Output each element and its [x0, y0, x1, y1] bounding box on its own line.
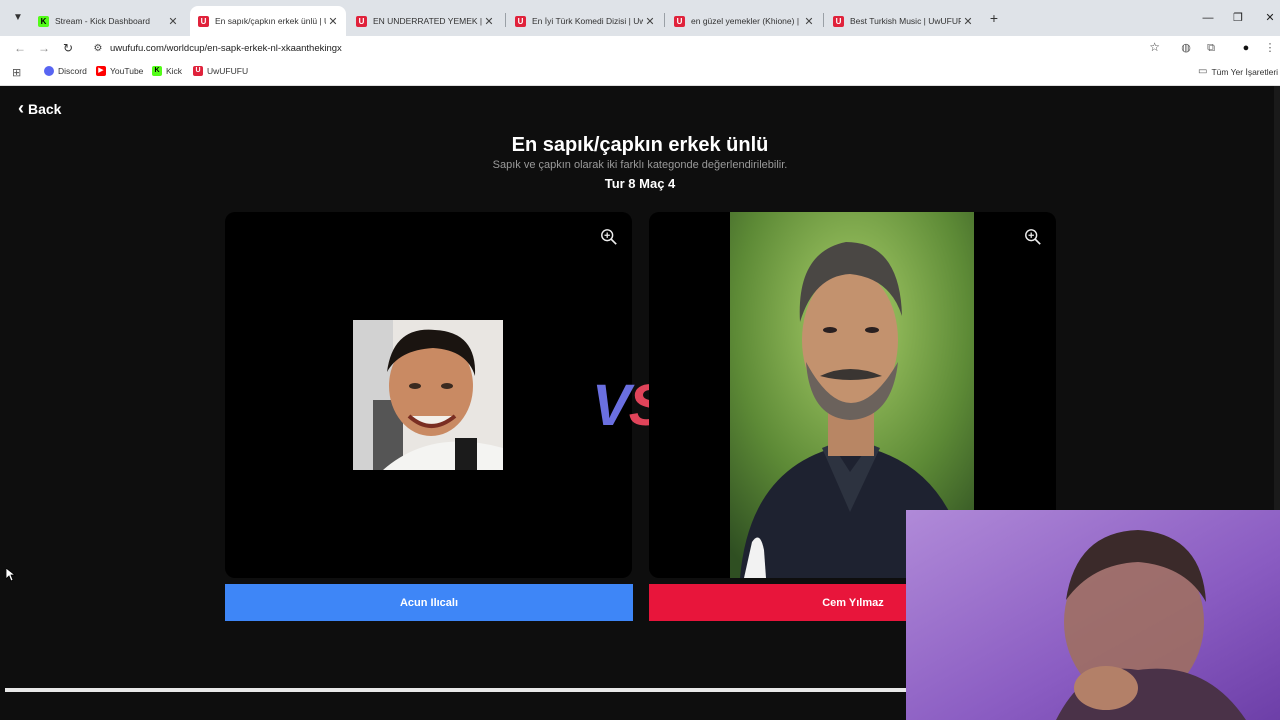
vs-v: V	[592, 373, 631, 438]
uwufufu-favicon-icon: U	[674, 15, 685, 27]
close-tab-icon[interactable]: ✕	[961, 15, 975, 28]
back-button[interactable]: ‹ Back	[18, 98, 61, 119]
tab-title: EN UNDERRATED YEMEK | UwU	[373, 16, 482, 26]
bookmark-uwufufu[interactable]: U UwUFUFU	[193, 66, 248, 76]
tab-guzel-yemekler[interactable]: U en güzel yemekler (Khione) | U ✕	[666, 6, 822, 36]
folder-icon: ▭	[1198, 66, 1208, 77]
profile-icon[interactable]: ●	[1238, 40, 1254, 56]
all-bookmarks-label: Tüm Yer İşaretleri	[1211, 66, 1279, 77]
bookmark-label: Kick	[166, 66, 183, 76]
close-window-icon[interactable]: ✕	[1262, 10, 1278, 26]
minimize-icon[interactable]: —	[1200, 10, 1216, 26]
tab-active-worldcup[interactable]: U En sapık/çapkın erkek ünlü | Uw ✕	[190, 6, 346, 36]
uwufufu-favicon-icon: U	[833, 15, 844, 27]
close-tab-icon[interactable]: ✕	[482, 15, 496, 28]
close-tab-icon[interactable]: ✕	[643, 15, 657, 28]
tab-title: En sapık/çapkın erkek ünlü | Uw	[215, 16, 326, 26]
close-tab-icon[interactable]: ✕	[802, 15, 816, 28]
webcam-overlay	[906, 510, 1280, 720]
tab-separator	[505, 13, 506, 27]
menu-kebab-icon[interactable]: ⋮	[1262, 40, 1278, 56]
bookmark-star-icon[interactable]: ☆	[1149, 40, 1160, 54]
uwufufu-icon: U	[193, 66, 203, 76]
tab-separator	[664, 13, 665, 27]
tab-separator	[823, 13, 824, 27]
kick-icon: K	[152, 66, 162, 76]
extensions-icon[interactable]: ⧉	[1203, 40, 1219, 56]
back-arrow-icon[interactable]: ←	[12, 40, 28, 56]
youtube-icon: ▶	[96, 66, 106, 76]
back-label: Back	[28, 100, 62, 117]
browser-chrome: ▼ K Stream - Kick Dashboard ✕ U En sapık…	[0, 0, 1280, 86]
mouse-cursor-icon	[6, 568, 16, 582]
translate-icon[interactable]: ◍	[1178, 40, 1194, 56]
address-bar[interactable]: ⚙ uwufufu.com/worldcup/en-sapk-erkek-nl-…	[86, 37, 1172, 59]
tab-kick-dashboard[interactable]: K Stream - Kick Dashboard ✕	[30, 6, 186, 36]
tab-underrated-yemek[interactable]: U EN UNDERRATED YEMEK | UwU ✕	[348, 6, 502, 36]
bookmark-label: UwUFUFU	[207, 66, 249, 76]
tab-search-button[interactable]: ▼	[10, 10, 26, 26]
left-candidate-card[interactable]	[225, 212, 632, 578]
tab-turk-komedi[interactable]: U En İyi Türk Komedi Dizisi | UwU ✕	[507, 6, 663, 36]
bookmark-youtube[interactable]: ▶ YouTube	[96, 66, 143, 76]
tab-title: En İyi Türk Komedi Dizisi | UwU	[532, 16, 643, 26]
site-info-icon[interactable]: ⚙	[90, 43, 106, 54]
uwufufu-favicon-icon: U	[356, 15, 367, 27]
zoom-in-icon[interactable]	[1024, 228, 1042, 246]
bookmark-label: YouTube	[110, 66, 144, 76]
bookmarks-bar: ⊞ Discord ▶ YouTube K Kick U UwUFUFU ▭ T…	[0, 60, 1280, 86]
browser-toolbar: ← → ↻ ⚙ uwufufu.com/worldcup/en-sapk-erk…	[0, 36, 1280, 60]
tab-bar: ▼ K Stream - Kick Dashboard ✕ U En sapık…	[0, 0, 1280, 36]
forward-arrow-icon[interactable]: →	[36, 40, 52, 56]
choose-left-button[interactable]: Acun Ilıcalı	[225, 584, 633, 621]
uwufufu-favicon-icon: U	[198, 15, 209, 27]
close-tab-icon[interactable]: ✕	[166, 15, 180, 28]
bookmark-discord[interactable]: Discord	[44, 66, 87, 76]
close-tab-icon[interactable]: ✕	[326, 15, 340, 28]
tab-title: Stream - Kick Dashboard	[55, 16, 150, 26]
tab-title: en güzel yemekler (Khione) | U	[691, 16, 802, 26]
apps-grid-icon[interactable]: ⊞	[12, 66, 21, 79]
tab-turkish-music[interactable]: U Best Turkish Music | UwUFUFU ✕	[825, 6, 981, 36]
kick-favicon-icon: K	[38, 15, 49, 27]
page-title: En sapık/çapkın erkek ünlü	[511, 134, 769, 156]
left-candidate-photo	[353, 320, 503, 470]
chevron-left-icon: ‹	[18, 98, 24, 118]
bookmark-kick[interactable]: K Kick	[152, 66, 182, 76]
reload-icon[interactable]: ↻	[60, 40, 76, 56]
bookmark-label: Discord	[58, 66, 87, 76]
all-bookmarks[interactable]: ▭ Tüm Yer İşaretleri	[1198, 66, 1278, 77]
tab-title: Best Turkish Music | UwUFUFU	[850, 16, 961, 26]
uwufufu-favicon-icon: U	[515, 15, 526, 27]
new-tab-plus-icon[interactable]: +	[986, 10, 1002, 26]
restore-window-icon[interactable]: ❐	[1230, 10, 1246, 26]
zoom-in-icon[interactable]	[600, 228, 618, 246]
url-text[interactable]: uwufufu.com/worldcup/en-sapk-erkek-nl-xk…	[110, 43, 342, 54]
discord-icon	[44, 66, 54, 76]
page-subtitle: Sapık ve çapkın olarak iki farklı katego…	[492, 159, 788, 171]
round-label: Tur 8 Maç 4	[604, 176, 676, 191]
